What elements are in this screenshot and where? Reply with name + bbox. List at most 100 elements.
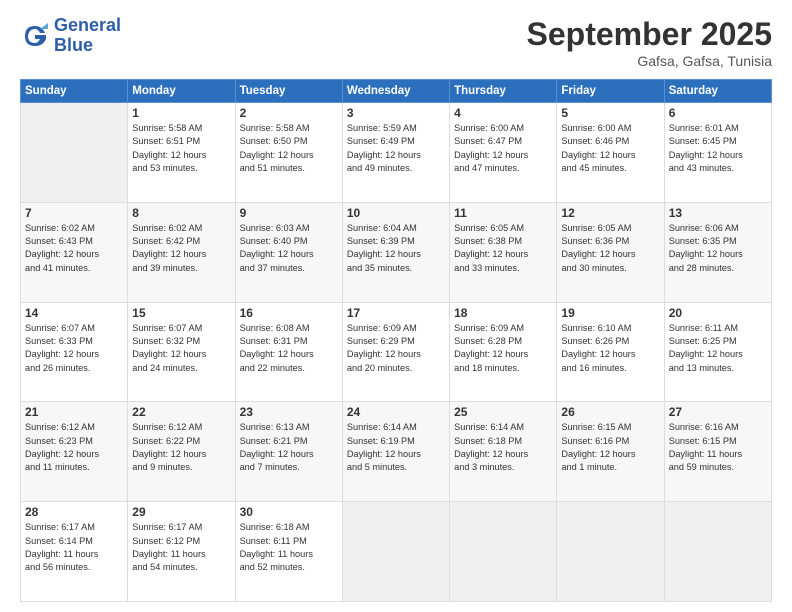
day-info: Sunrise: 5:59 AMSunset: 6:49 PMDaylight:… [347,122,445,175]
calendar-cell: 16 Sunrise: 6:08 AMSunset: 6:31 PMDayligh… [235,302,342,402]
day-info: Sunrise: 6:16 AMSunset: 6:15 PMDaylight:… [669,421,767,474]
logo-line1: General [54,16,121,36]
calendar-cell: 29 Sunrise: 6:17 AMSunset: 6:12 PMDayligh… [128,502,235,602]
logo: General Blue [20,16,121,56]
calendar-cell: 7Sunrise: 6:02 AMSunset: 6:43 PMDaylight… [21,202,128,302]
day-number: 28 [25,505,123,519]
day-info: Sunrise: 6:04 AMSunset: 6:39 PMDaylight:… [347,222,445,275]
calendar-cell: 20 Sunrise: 6:11 AMSunset: 6:25 PMDayligh… [664,302,771,402]
day-info: Sunrise: 6:10 AMSunset: 6:26 PMDaylight:… [561,322,659,375]
calendar-cell: 28 Sunrise: 6:17 AMSunset: 6:14 PMDayligh… [21,502,128,602]
calendar-cell: 1 Sunrise: 5:58 AMSunset: 6:51 PMDaylight… [128,103,235,203]
week-row-2: 14 Sunrise: 6:07 AMSunset: 6:33 PMDayligh… [21,302,772,402]
day-number: 13 [669,206,767,220]
day-number: 11 [454,206,552,220]
day-number: 5 [561,106,659,120]
calendar-cell: 9 Sunrise: 6:03 AMSunset: 6:40 PMDaylight… [235,202,342,302]
calendar-cell: 25Sunrise: 6:14 AMSunset: 6:18 PMDayligh… [450,402,557,502]
day-number: 19 [561,306,659,320]
week-row-3: 21 Sunrise: 6:12 AMSunset: 6:23 PMDayligh… [21,402,772,502]
calendar-cell: 5Sunrise: 6:00 AMSunset: 6:46 PMDaylight… [557,103,664,203]
day-number: 9 [240,206,338,220]
day-info: Sunrise: 6:02 AMSunset: 6:42 PMDaylight:… [132,222,230,275]
day-number: 25 [454,405,552,419]
day-info: Sunrise: 6:07 AMSunset: 6:32 PMDaylight:… [132,322,230,375]
day-info: Sunrise: 6:03 AMSunset: 6:40 PMDaylight:… [240,222,338,275]
calendar-cell: 21 Sunrise: 6:12 AMSunset: 6:23 PMDayligh… [21,402,128,502]
logo-line2: Blue [54,36,121,56]
day-info: Sunrise: 6:05 AMSunset: 6:36 PMDaylight:… [561,222,659,275]
day-info: Sunrise: 6:13 AMSunset: 6:21 PMDaylight:… [240,421,338,474]
day-number: 18 [454,306,552,320]
day-info: Sunrise: 6:11 AMSunset: 6:25 PMDaylight:… [669,322,767,375]
header-monday: Monday [128,80,235,103]
logo-text: General Blue [54,16,121,56]
calendar-cell: 3 Sunrise: 5:59 AMSunset: 6:49 PMDaylight… [342,103,449,203]
header: General Blue September 2025 Gafsa, Gafsa… [20,16,772,69]
title-block: September 2025 Gafsa, Gafsa, Tunisia [527,16,772,69]
calendar-cell: 18 Sunrise: 6:09 AMSunset: 6:28 PMDayligh… [450,302,557,402]
calendar-cell: 22 Sunrise: 6:12 AMSunset: 6:22 PMDayligh… [128,402,235,502]
calendar-cell: 8 Sunrise: 6:02 AMSunset: 6:42 PMDaylight… [128,202,235,302]
day-info: Sunrise: 6:08 AMSunset: 6:31 PMDaylight:… [240,322,338,375]
calendar-cell: 4 Sunrise: 6:00 AMSunset: 6:47 PMDaylight… [450,103,557,203]
day-number: 16 [240,306,338,320]
header-wednesday: Wednesday [342,80,449,103]
calendar-cell: 26Sunrise: 6:15 AMSunset: 6:16 PMDayligh… [557,402,664,502]
day-number: 12 [561,206,659,220]
header-tuesday: Tuesday [235,80,342,103]
day-number: 3 [347,106,445,120]
calendar-cell [450,502,557,602]
calendar-cell: 30 Sunrise: 6:18 AMSunset: 6:11 PMDayligh… [235,502,342,602]
day-info: Sunrise: 6:00 AMSunset: 6:47 PMDaylight:… [454,122,552,175]
day-info: Sunrise: 6:06 AMSunset: 6:35 PMDaylight:… [669,222,767,275]
day-info: Sunrise: 6:07 AMSunset: 6:33 PMDaylight:… [25,322,123,375]
weekday-header-row: Sunday Monday Tuesday Wednesday Thursday… [21,80,772,103]
day-info: Sunrise: 6:05 AMSunset: 6:38 PMDaylight:… [454,222,552,275]
header-thursday: Thursday [450,80,557,103]
week-row-4: 28 Sunrise: 6:17 AMSunset: 6:14 PMDayligh… [21,502,772,602]
day-info: Sunrise: 6:15 AMSunset: 6:16 PMDaylight:… [561,421,659,474]
calendar-cell: 10Sunrise: 6:04 AMSunset: 6:39 PMDayligh… [342,202,449,302]
calendar-table: Sunday Monday Tuesday Wednesday Thursday… [20,79,772,602]
day-info: Sunrise: 6:09 AMSunset: 6:28 PMDaylight:… [454,322,552,375]
logo-icon [20,21,50,51]
day-number: 6 [669,106,767,120]
day-number: 4 [454,106,552,120]
day-number: 8 [132,206,230,220]
day-info: Sunrise: 6:18 AMSunset: 6:11 PMDaylight:… [240,521,338,574]
day-number: 20 [669,306,767,320]
day-number: 14 [25,306,123,320]
day-number: 2 [240,106,338,120]
day-number: 29 [132,505,230,519]
day-info: Sunrise: 5:58 AMSunset: 6:51 PMDaylight:… [132,122,230,175]
header-sunday: Sunday [21,80,128,103]
week-row-1: 7Sunrise: 6:02 AMSunset: 6:43 PMDaylight… [21,202,772,302]
calendar-cell: 12 Sunrise: 6:05 AMSunset: 6:36 PMDayligh… [557,202,664,302]
calendar-cell [21,103,128,203]
calendar-cell [342,502,449,602]
day-number: 24 [347,405,445,419]
calendar-cell [664,502,771,602]
day-number: 22 [132,405,230,419]
day-info: Sunrise: 6:12 AMSunset: 6:23 PMDaylight:… [25,421,123,474]
day-info: Sunrise: 6:17 AMSunset: 6:14 PMDaylight:… [25,521,123,574]
day-number: 21 [25,405,123,419]
day-number: 7 [25,206,123,220]
day-info: Sunrise: 5:58 AMSunset: 6:50 PMDaylight:… [240,122,338,175]
day-info: Sunrise: 6:12 AMSunset: 6:22 PMDaylight:… [132,421,230,474]
day-info: Sunrise: 6:17 AMSunset: 6:12 PMDaylight:… [132,521,230,574]
calendar-cell: 2 Sunrise: 5:58 AMSunset: 6:50 PMDaylight… [235,103,342,203]
day-number: 23 [240,405,338,419]
calendar-cell: 11 Sunrise: 6:05 AMSunset: 6:38 PMDayligh… [450,202,557,302]
page: General Blue September 2025 Gafsa, Gafsa… [0,0,792,612]
day-number: 1 [132,106,230,120]
day-number: 30 [240,505,338,519]
calendar-cell: 23 Sunrise: 6:13 AMSunset: 6:21 PMDayligh… [235,402,342,502]
day-number: 17 [347,306,445,320]
calendar-cell: 24Sunrise: 6:14 AMSunset: 6:19 PMDayligh… [342,402,449,502]
calendar-cell: 19 Sunrise: 6:10 AMSunset: 6:26 PMDayligh… [557,302,664,402]
header-friday: Friday [557,80,664,103]
calendar-cell: 6Sunrise: 6:01 AMSunset: 6:45 PMDaylight… [664,103,771,203]
calendar-cell: 13 Sunrise: 6:06 AMSunset: 6:35 PMDayligh… [664,202,771,302]
